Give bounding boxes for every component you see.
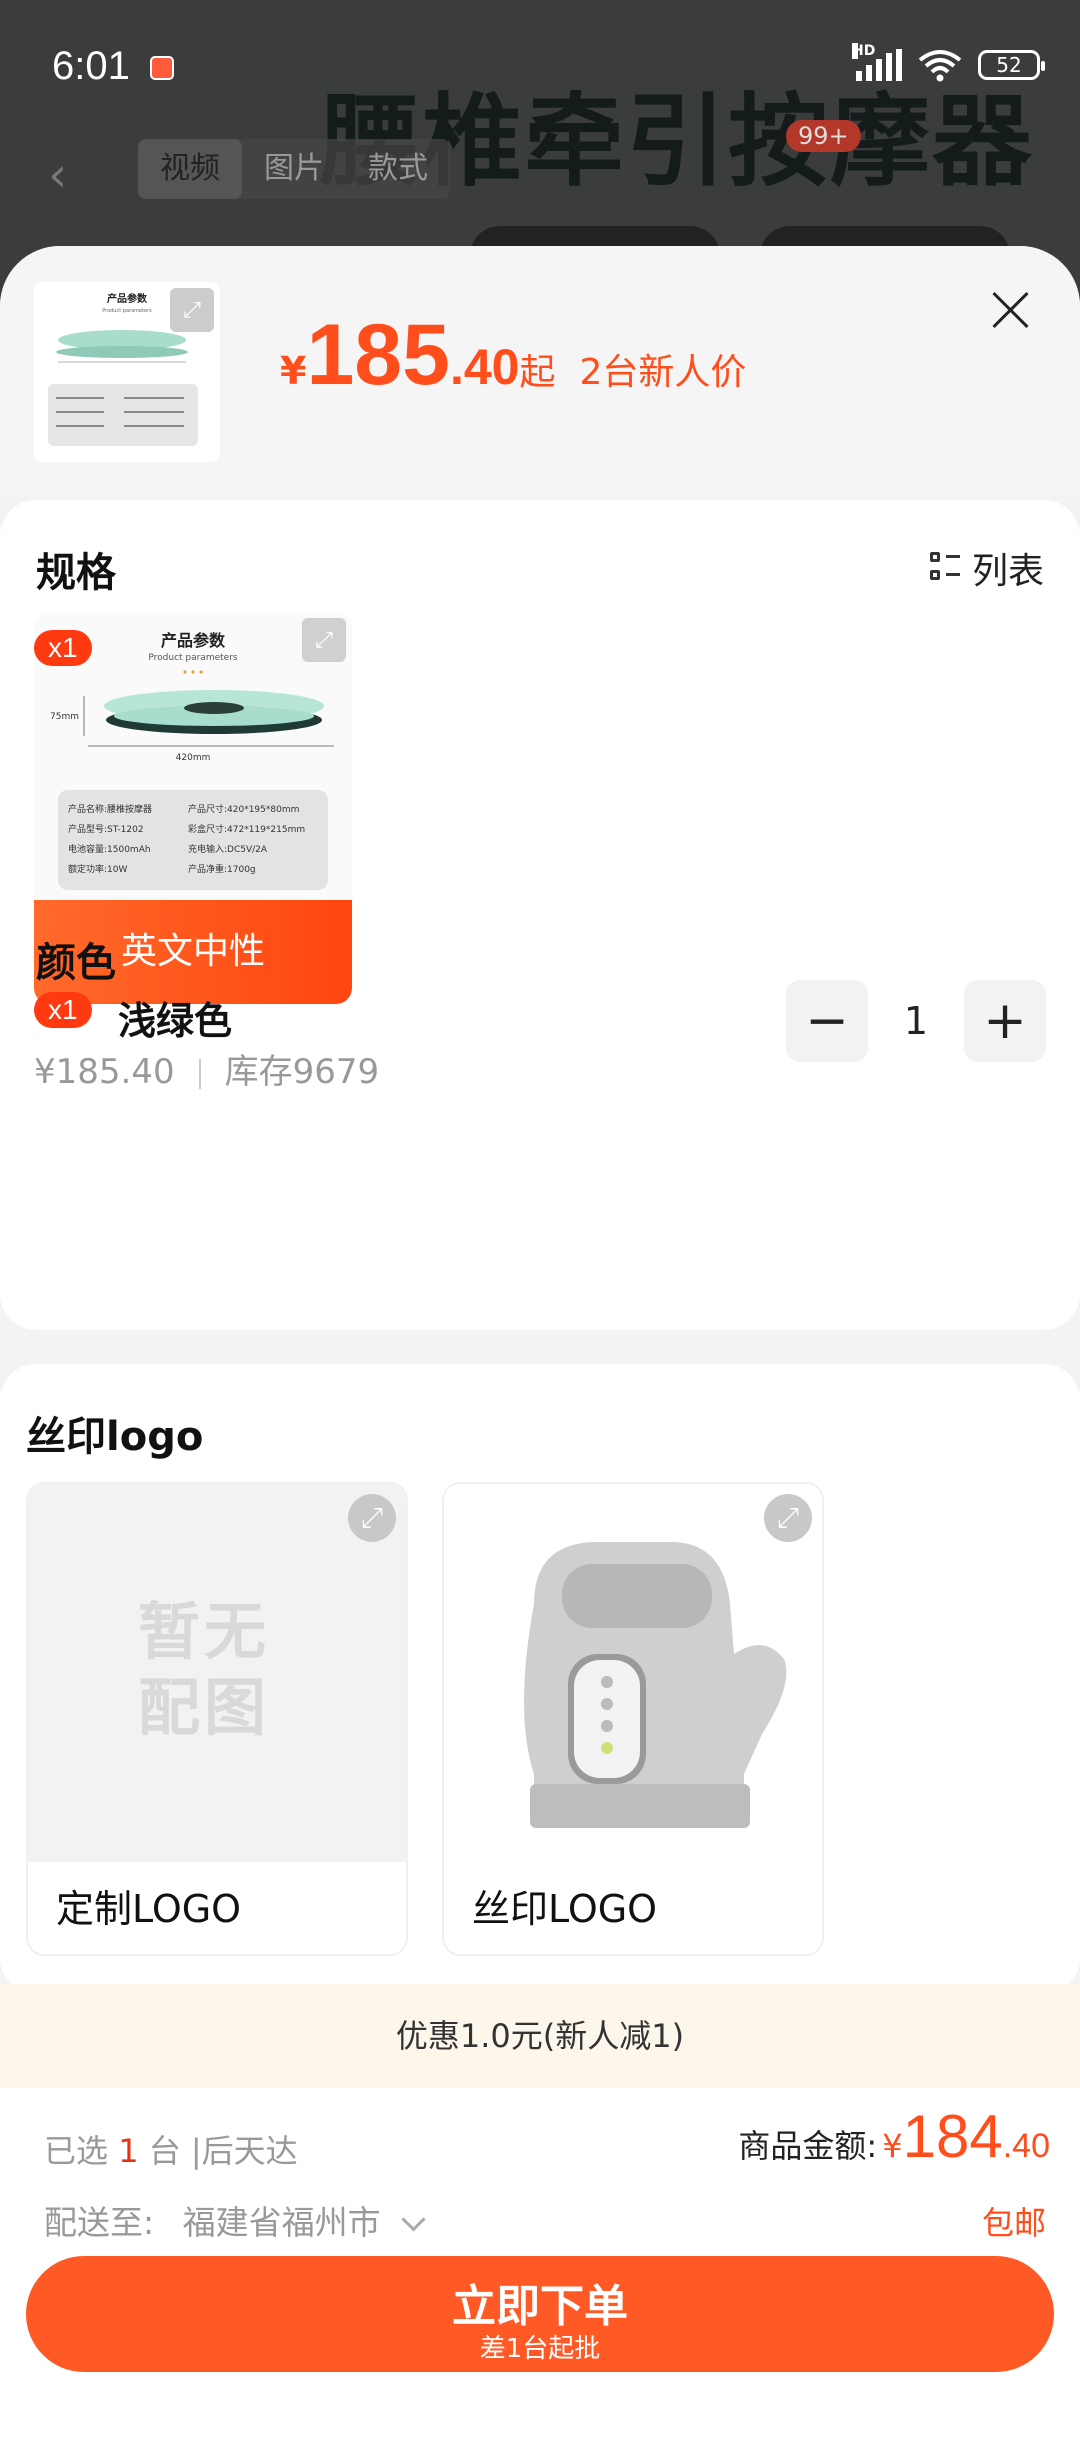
total-label: 商品金额: (738, 2127, 878, 2165)
spec-qty-badge: x1 (34, 630, 92, 666)
tab-video: 视频 (138, 139, 242, 199)
spec-title: 规格 (36, 550, 116, 596)
tab-styles: 款式 (368, 151, 428, 186)
status-time: 6:01 (52, 44, 130, 88)
thumb-subtitle: Product parameters (102, 308, 152, 314)
hand-massager-image (524, 1542, 787, 1828)
chevron-down-icon (401, 2207, 426, 2232)
selected-sku-thumbnail[interactable]: 产品参数 Product parameters ⤢ (34, 282, 220, 462)
status-bar: 6:01 HD 52 (0, 0, 1080, 130)
selection-summary: 已选 1 台 |后天达 (44, 2126, 298, 2172)
price-decimal: .40 (449, 339, 520, 395)
checkout-footer: 已选 1 台 |后天达 商品金额: ¥184.40 配送至: 福建省福州市 包邮… (0, 2088, 1080, 2460)
battery-level: 52 (996, 53, 1022, 77)
option-img-title: 产品参数 (161, 631, 226, 650)
color-title: 颜色 (36, 940, 116, 986)
placeholder-text: 暂无配图 (138, 1595, 271, 1744)
list-icon (929, 552, 960, 584)
order-button-label: 立即下单 (452, 2281, 628, 2332)
quantity-value[interactable]: 1 (868, 999, 964, 1043)
logo-option-custom[interactable]: 暂无配图 ⤢ 定制LOGO (26, 1482, 408, 1956)
spec-card: 规格 列表 产品参数 Product parameters 75mm 420mm… (0, 500, 1080, 1330)
signal-icon: HD (852, 43, 902, 81)
color-qty-badge: x1 (34, 992, 92, 1028)
color-name: 浅绿色 (118, 999, 233, 1043)
tab-images: 图片 (264, 151, 324, 186)
divider (198, 1058, 201, 1089)
background-nav: ‹ 视频 图片 款式 (0, 135, 1080, 215)
place-order-button[interactable]: 立即下单 差1台起批 (26, 2256, 1054, 2372)
logo-option-name: 丝印LOGO (472, 1887, 658, 1931)
logo-option-image (444, 1484, 822, 1862)
decrease-button[interactable]: − (786, 980, 868, 1062)
wifi-icon (918, 50, 962, 82)
param-text: 电池容量:1500mAh (68, 843, 151, 855)
expand-icon[interactable]: ⤢ (764, 1494, 812, 1542)
ship-to-selector[interactable]: 配送至: 福建省福州市 (44, 2196, 426, 2244)
param-text: 彩盒尺寸:472*119*215mm (188, 823, 305, 835)
ship-location: 福建省福州市 (182, 2203, 381, 2242)
total-amount: 商品金额: ¥184.40 (738, 2102, 1050, 2171)
logo-title: 丝印logo (26, 1414, 204, 1460)
total-integer: 184 (902, 2103, 1003, 2170)
status-icons: HD 52 (852, 43, 1045, 82)
color-stock: 库存9679 (224, 1052, 380, 1092)
media-tabs: 视频 图片 款式 (138, 139, 450, 199)
param-text: 产品尺寸:420*195*80mm (188, 803, 299, 815)
price-suffix: 起 (519, 352, 556, 393)
sheet-header: 产品参数 Product parameters ⤢ ¥185.40起 2台新人价 (0, 246, 1080, 496)
option-img-subtitle: Product parameters (148, 653, 238, 663)
list-view-toggle[interactable]: 列表 (929, 542, 1044, 594)
param-text: 产品型号:ST-1202 (68, 823, 144, 835)
param-text: 充电输入:DC5V/2A (188, 843, 268, 855)
param-text: 产品名称:腰椎按摩器 (68, 803, 152, 815)
quantity-stepper: − 1 + (786, 980, 1046, 1062)
promo-bar: 优惠1.0元(新人减1) (0, 1984, 1080, 2088)
selected-count: 1 (118, 2132, 139, 2170)
close-icon[interactable] (990, 290, 1030, 330)
new-user-price-tag: 2台新人价 (579, 352, 747, 393)
app-notification-icon (150, 56, 174, 80)
free-shipping-label: 包邮 (981, 2204, 1046, 2242)
network-label: HD (852, 43, 876, 59)
logo-card: 丝印logo 暂无配图 ⤢ 定制LOGO ⤢ 丝印LOGO (0, 1364, 1080, 1994)
color-price-stock: ¥185.40 库存9679 (34, 1044, 379, 1093)
expand-icon[interactable]: ⤢ (170, 288, 214, 332)
logo-option-name: 定制LOGO (56, 1887, 242, 1931)
battery-icon: 52 (978, 50, 1045, 80)
total-currency: ¥ (882, 2127, 903, 2165)
expand-icon[interactable]: ⤢ (348, 1494, 396, 1542)
logo-option-silkscreen[interactable]: ⤢ 丝印LOGO (442, 1482, 824, 1956)
param-text: 额定功率:10W (68, 863, 127, 875)
dimension-width: 420mm (176, 753, 211, 763)
list-toggle-label: 列表 (971, 551, 1044, 592)
color-price: ¥185.40 (34, 1052, 175, 1092)
selected-prefix: 已选 (44, 2132, 109, 2170)
dimension-height: 75mm (50, 712, 79, 722)
param-text: 产品净重:1700g (188, 863, 256, 875)
logo-options: 暂无配图 ⤢ 定制LOGO ⤢ 丝印LOGO (26, 1482, 824, 1956)
price-currency: ¥ (280, 349, 307, 393)
expand-icon[interactable]: ⤢ (302, 618, 346, 662)
thumb-title: 产品参数 (107, 292, 148, 305)
increase-button[interactable]: + (964, 980, 1046, 1062)
back-icon: ‹ (48, 147, 68, 203)
ship-label: 配送至: (44, 2203, 155, 2242)
total-decimal: .40 (1002, 2127, 1050, 2165)
selected-suffix: 台 |后天达 (148, 2132, 298, 2170)
price-integer: 185 (306, 307, 450, 403)
price-display: ¥185.40起 2台新人价 (280, 306, 746, 405)
no-image-placeholder: 暂无配图 (28, 1484, 406, 1862)
order-button-sublabel: 差1台起批 (479, 2334, 601, 2364)
